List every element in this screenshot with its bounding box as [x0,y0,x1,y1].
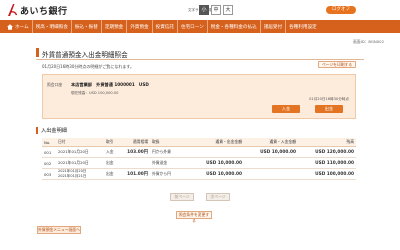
back-to-menu-button[interactable]: 外貨預金メニュー画面へ [37,226,81,234]
header: あいち銀行 文字サイズ変更 小 中 大 ログオフ [0,0,400,20]
section-title: 入出金明細 [41,128,67,134]
col-no: No. [42,138,56,147]
table-header-row: No. 日付 取引 適用相場 取扱 通貨・出金金額 通貨・入金金額 残高 [42,138,356,147]
nav-item-tax-payment[interactable]: 税金・各種料金の払込 [208,20,261,33]
nav-item-notifications[interactable]: 諸届受付 [261,20,287,33]
account-panel: 照会口座 本店営業部 外貨普通 1000001 USD 現在残高：USD 100… [42,74,356,119]
nav-item-label: ホーム [15,24,29,30]
next-page-button[interactable]: 次ページ [206,193,230,201]
cell-out: USD 10,000.00 [190,157,244,169]
cell-no: 003 [42,168,56,180]
nav-item-investment-trust[interactable]: 投資信託 [153,20,178,33]
cell-txn: 入金 [104,146,124,158]
nav-item-transfer[interactable]: 振込・振替 [72,20,102,33]
cell-note: 外貨から円 [150,168,190,180]
cell-rate: 101.00円 [124,168,150,180]
logout-button[interactable]: ログオフ [326,6,356,14]
transactions-table: No. 日付 取引 適用相場 取扱 通貨・出金金額 通貨・入金金額 残高 001… [42,138,356,180]
home-icon [7,23,13,30]
change-conditions-button[interactable]: 照会条件を変更する [176,211,212,223]
table-row: 001 2021年01月20日 入金 103.00円 円から外貨 USD 10,… [42,146,356,158]
cell-in: USD 10,000.00 [244,146,298,158]
title-accent [36,48,39,57]
info-text: 01月20日16時30分時点の明細がご覧になれます。 [42,64,134,69]
cell-date: 2021年01月20日 2021年01月21日 [56,168,104,180]
font-size-small-button[interactable]: 小 [199,5,209,15]
cell-rate [124,157,150,169]
nav-item-balance[interactable]: 残高・明細照会 [33,20,72,33]
account-label: 照会口座 [47,82,63,87]
cell-date-line2: 2021年01月21日 [58,174,87,178]
table-row: 003 2021年01月20日 2021年01月21日 出金 101.00円 外… [42,168,356,180]
section-accent [36,127,38,134]
account-timestamp: 01月20日16時30分時点 [309,97,349,101]
cell-date: 2021年01月20日 [56,146,104,158]
cell-in [244,168,298,180]
col-note: 取扱 [150,138,190,147]
transactions-table-wrap: No. 日付 取引 適用相場 取扱 通貨・出金金額 通貨・入金金額 残高 001… [42,138,356,180]
title-divider [36,59,364,60]
account-balance: 現在残高：USD 100,000.00 [71,91,119,95]
deposit-button[interactable]: 入金 [272,105,300,113]
print-page-button[interactable]: ページを印刷する [318,61,356,68]
cell-date: 2021年01月20日 [56,157,104,169]
col-out: 通貨・出金金額 [190,138,244,147]
cell-out [190,146,244,158]
nav-item-home[interactable]: ホーム [4,20,33,33]
withdraw-button[interactable]: 出金 [315,105,343,113]
prev-page-button[interactable]: 前ページ [170,193,194,201]
cell-note: 外貨送金 [150,157,190,169]
col-rate: 適用相場 [124,138,150,147]
bank-logo-icon [8,4,17,16]
cell-rate: 103.00円 [124,146,150,158]
cell-no: 002 [42,157,56,169]
font-size-large-button[interactable]: 大 [223,5,233,15]
cell-in [244,157,298,169]
col-in: 通貨・入金金額 [244,138,298,147]
col-date: 日付 [56,138,104,147]
cell-note: 円から外貨 [150,146,190,158]
bank-name: あいち銀行 [20,7,68,17]
cell-balance: USD 100,000.00 [298,168,356,180]
col-balance: 残高 [298,138,356,147]
font-size-medium-button[interactable]: 中 [211,5,221,15]
page-title: 外貨普通預金入出金明細照会 [42,51,128,59]
nav-item-settings[interactable]: 各種利用設定 [286,20,320,33]
cell-no: 001 [42,146,56,158]
main-nav: ホーム 残高・明細照会 振込・振替 定期預金 外貨預金 投資信託 住宅ローン 税… [0,20,400,33]
col-txn: 取引 [104,138,124,147]
cell-balance: USD 110,000.00 [298,157,356,169]
nav-item-foreign-deposit[interactable]: 外貨預金 [127,20,153,33]
nav-item-time-deposit[interactable]: 定期預金 [102,20,128,33]
screen-id: 画面ID：BGN002 [352,39,384,44]
cell-txn: 出金 [104,168,124,180]
page: あいち銀行 文字サイズ変更 小 中 大 ログオフ ホーム 残高・明細照会 振込・… [0,0,400,250]
account-name: 本店営業部 外貨普通 1000001 USD [71,82,149,87]
table-row: 002 2021年01月20日 出金 外貨送金 USD 10,000.00 US… [42,157,356,169]
cell-txn: 出金 [104,157,124,169]
nav-item-housing-loan[interactable]: 住宅ローン [178,20,208,33]
cell-out: USD 10,000.00 [190,168,244,180]
cell-balance: USD 120,000.00 [298,146,356,158]
